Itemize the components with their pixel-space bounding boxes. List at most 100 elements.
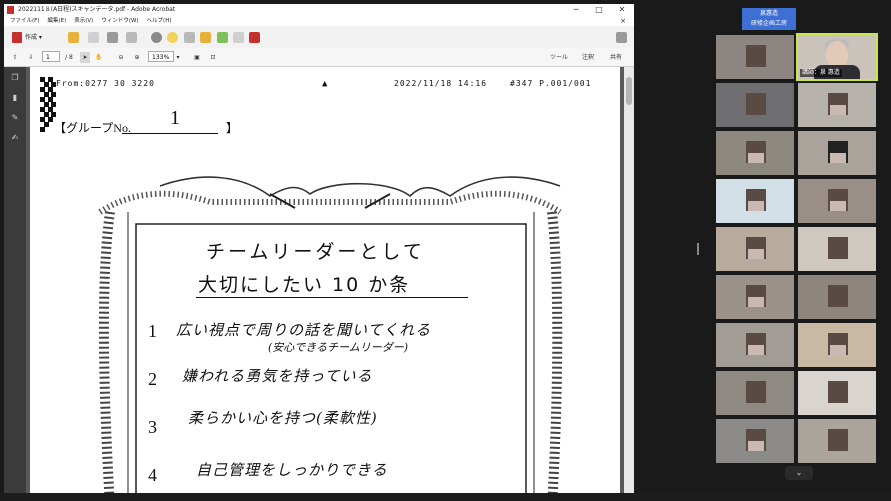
participant-video — [748, 201, 764, 211]
close-button[interactable]: ✕ — [612, 4, 632, 16]
zoom-dropdown-icon[interactable]: ▾ — [174, 52, 182, 63]
participant-video — [828, 237, 848, 259]
stamp-icon[interactable] — [200, 32, 211, 43]
host-name: 泉惠造 — [759, 10, 778, 17]
scrollbar-thumb[interactable] — [626, 77, 632, 105]
participant-tile[interactable] — [798, 83, 876, 127]
item-4-number: 4 — [148, 465, 157, 485]
participant-video — [828, 381, 848, 403]
comment-icon[interactable] — [167, 32, 178, 43]
host-company: 研修企画工房 — [750, 20, 787, 27]
fit-width-icon[interactable]: ⊡ — [208, 52, 218, 63]
participant-video — [746, 45, 766, 67]
print-icon[interactable] — [107, 32, 118, 43]
tools-tab[interactable]: ツール — [550, 52, 568, 63]
participant-tile[interactable] — [716, 35, 794, 79]
participant-tile[interactable] — [798, 131, 876, 175]
zoom-level-input[interactable]: 133% — [148, 51, 174, 62]
menu-help[interactable]: ヘルプ(H) — [147, 18, 172, 24]
participant-tile[interactable] — [716, 131, 794, 175]
title-bar: 2022111８(A日程)スキャンデータ.pdf - Adobe Acrobat… — [4, 4, 634, 16]
participant-tile[interactable] — [716, 179, 794, 223]
hand-tool-icon[interactable]: ✋ — [94, 52, 104, 63]
speaker-face — [826, 41, 848, 67]
host-name-box: 泉惠造 研修企画工房 — [742, 8, 796, 30]
participant-tile-speaker[interactable]: 講師：泉 惠造 — [796, 33, 878, 81]
minimize-button[interactable]: ─ — [566, 4, 586, 16]
export-icon[interactable] — [217, 32, 228, 43]
item-1-text: 広い視点で周りの話を聞いてくれる — [176, 321, 432, 339]
participant-video — [830, 345, 846, 355]
navigation-toolbar: ⇧ ⇩ 1 / 8 ➤ ✋ ⊖ ⊕ 133% ▾ ▣ ⊡ ツール 注釈 共有 — [4, 48, 634, 67]
heading-team-leader: チームリーダーとして — [206, 241, 425, 263]
review-icon[interactable] — [184, 32, 195, 43]
participant-video — [828, 285, 848, 307]
participant-tile[interactable] — [716, 323, 794, 367]
participant-tile[interactable] — [798, 179, 876, 223]
page-down-icon[interactable]: ⇩ — [26, 52, 36, 63]
participant-tile[interactable] — [798, 371, 876, 415]
speaker-name-label: 講師：泉 惠造 — [800, 69, 842, 77]
participant-tile[interactable] — [716, 83, 794, 127]
heading-ten-rules: 大切にしたい 10 か条 — [198, 274, 411, 296]
gallery-scroll-down-button[interactable]: ⌄ — [785, 466, 813, 480]
zoom-out-icon[interactable]: ⊖ — [116, 52, 126, 63]
acrobat-icon — [7, 6, 14, 14]
save-icon[interactable] — [88, 32, 99, 43]
participant-video — [748, 153, 764, 163]
group-underline — [122, 133, 218, 134]
zoom-in-icon[interactable]: ⊕ — [132, 52, 142, 63]
create-button[interactable]: 作成 ▾ — [12, 32, 42, 43]
bookmarks-icon[interactable]: ▮ — [10, 93, 20, 103]
settings-icon[interactable] — [151, 32, 162, 43]
form-icon[interactable] — [233, 32, 244, 43]
fax-from: From:0277 30 3220 — [56, 79, 155, 88]
vertical-scrollbar[interactable] — [624, 67, 634, 493]
email-icon[interactable] — [126, 32, 137, 43]
menu-view[interactable]: 表示(V) — [74, 18, 93, 24]
participant-tile[interactable] — [716, 371, 794, 415]
window-title: 2022111８(A日程)スキャンデータ.pdf - Adobe Acrobat — [18, 6, 176, 13]
acrobat-window: 2022111８(A日程)スキャンデータ.pdf - Adobe Acrobat… — [4, 4, 634, 493]
share-tab[interactable]: 共有 — [610, 52, 622, 63]
group-bracket: 】 — [226, 121, 239, 135]
participant-tile[interactable] — [716, 419, 794, 463]
fax-datetime: 2022/11/18 14:16 — [394, 79, 488, 88]
maximize-button[interactable]: □ — [589, 4, 609, 16]
participant-tile[interactable] — [798, 227, 876, 271]
participant-video — [830, 105, 846, 115]
item-1-subtext: (安心できるチームリーダー) — [268, 341, 409, 354]
main-toolbar: 作成 ▾ — [4, 26, 634, 49]
fit-page-icon[interactable]: ▣ — [192, 52, 202, 63]
pdf-icon[interactable] — [249, 32, 260, 43]
participant-video — [830, 201, 846, 211]
participant-tile[interactable] — [798, 275, 876, 319]
fax-page-info: #347 P.001/001 — [510, 79, 592, 88]
signatures-icon[interactable]: ✍ — [10, 133, 20, 143]
open-folder-icon[interactable] — [68, 32, 79, 43]
expand-icon[interactable] — [616, 32, 627, 43]
participant-tile[interactable] — [798, 419, 876, 463]
document-viewer[interactable]: From:0277 30 3220 ▲ 2022/11/18 14:16 #34… — [26, 67, 624, 493]
menu-window[interactable]: ウィンドウ(W) — [101, 18, 138, 24]
participant-video — [748, 297, 764, 307]
item-2-text: 嫌われる勇気を持っている — [182, 367, 373, 385]
attachments-icon[interactable]: ✎ — [10, 113, 20, 123]
create-icon — [12, 32, 22, 43]
participant-video — [746, 381, 766, 403]
pages-icon[interactable]: ❐ — [10, 73, 20, 83]
menu-edit[interactable]: 編集(E) — [47, 18, 66, 24]
participant-tile[interactable] — [716, 275, 794, 319]
participant-video — [830, 153, 846, 163]
comment-tab[interactable]: 注釈 — [582, 52, 594, 63]
page-up-icon[interactable]: ⇧ — [10, 52, 20, 63]
select-tool-icon[interactable]: ➤ — [80, 52, 90, 63]
create-label: 作成 — [25, 34, 38, 41]
page-number-input[interactable]: 1 — [42, 51, 60, 62]
panel-divider-handle[interactable] — [697, 243, 699, 255]
meeting-controls-bar — [0, 493, 891, 501]
participant-tile[interactable] — [716, 227, 794, 271]
menu-close-icon[interactable]: × — [620, 16, 626, 26]
menu-file[interactable]: ファイル(F) — [10, 18, 39, 24]
participant-tile[interactable] — [798, 323, 876, 367]
